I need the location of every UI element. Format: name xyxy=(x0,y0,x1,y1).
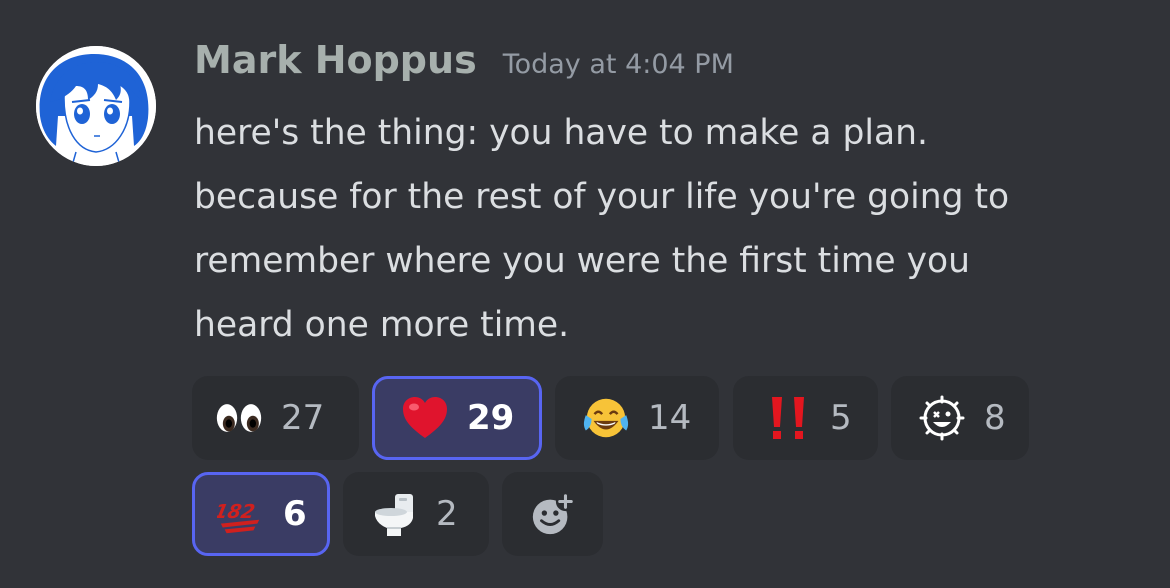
svg-text:182: 182 xyxy=(217,500,257,523)
username[interactable]: Mark Hoppus xyxy=(194,38,477,82)
reaction-count: 27 xyxy=(281,398,325,438)
timestamp[interactable]: Today at 4:04 PM xyxy=(503,49,734,80)
blink-182-logo-icon: 182 xyxy=(217,490,265,538)
message-line: heard one more time. xyxy=(194,305,570,345)
reaction-count: 8 xyxy=(984,398,1006,438)
reaction-eyes[interactable]: 27 xyxy=(192,376,359,460)
message-line: remember where you were the first time y… xyxy=(194,241,970,281)
message-line: because for the rest of your life you're… xyxy=(194,177,1010,217)
avatar[interactable] xyxy=(36,46,156,166)
message-content: here's the thing: you have to make a pla… xyxy=(194,101,1154,357)
reaction-count: 29 xyxy=(467,398,515,438)
reaction-count: 6 xyxy=(283,494,307,534)
reaction-blink-182-logo[interactable]: 182 6 xyxy=(192,472,330,556)
reaction-count: 14 xyxy=(648,398,692,438)
face-with-tears-of-joy-icon xyxy=(582,394,630,442)
add-reaction-icon xyxy=(529,490,577,538)
eyes-icon xyxy=(215,394,263,442)
red-heart-icon xyxy=(401,394,449,442)
blink-182-smiley-icon xyxy=(918,394,966,442)
toilet-icon xyxy=(370,490,418,538)
reaction-toilet[interactable]: 2 xyxy=(343,472,489,556)
reaction-count: 5 xyxy=(830,398,852,438)
reaction-double-exclamation[interactable]: 5 xyxy=(733,376,878,460)
reaction-count: 2 xyxy=(436,494,458,534)
double-exclamation-icon xyxy=(764,394,812,442)
reaction-blink-182-smiley[interactable]: 8 xyxy=(891,376,1029,460)
anime-girl-avatar-icon xyxy=(36,46,156,166)
reaction-face-with-tears-of-joy[interactable]: 14 xyxy=(555,376,719,460)
reaction-red-heart[interactable]: 29 xyxy=(372,376,542,460)
message-header: Mark Hoppus Today at 4:04 PM xyxy=(194,38,734,98)
message-line: here's the thing: you have to make a pla… xyxy=(194,113,928,153)
chat-message: Mark Hoppus Today at 4:04 PM here's the … xyxy=(0,0,1170,588)
add-reaction-button[interactable] xyxy=(502,472,603,556)
